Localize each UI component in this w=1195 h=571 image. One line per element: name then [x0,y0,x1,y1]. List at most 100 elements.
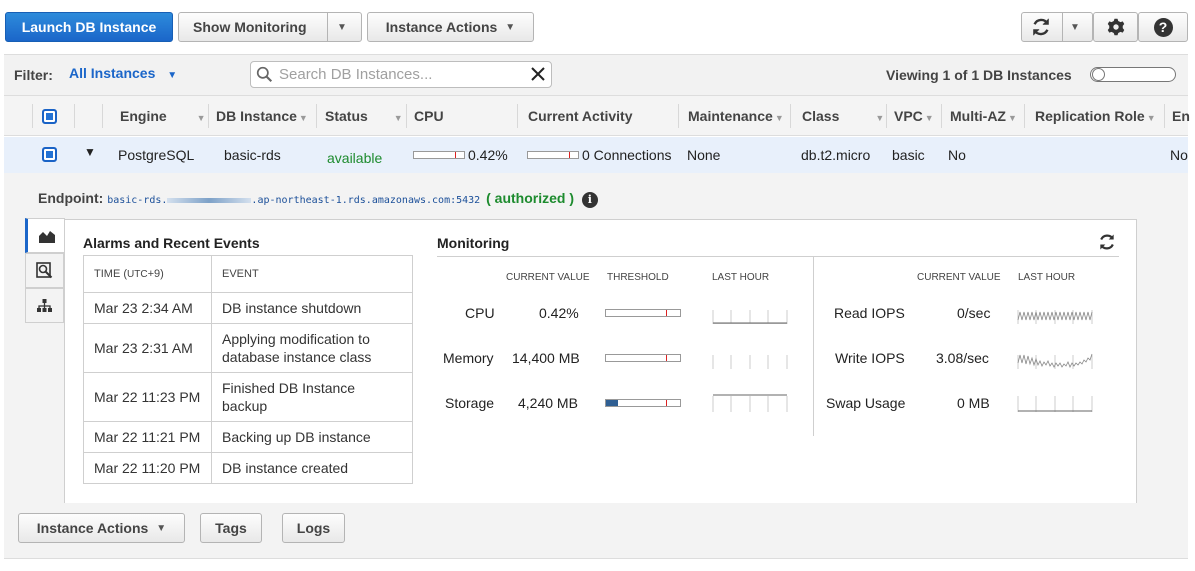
list-item: Mar 23 2:31 AM Applying modification to d… [83,323,413,373]
storage-threshold-bar [605,399,681,407]
metric-swap-usage-label: Swap Usage [826,395,906,411]
instance-actions-button[interactable]: Instance Actions ▼ [367,12,534,42]
cpu-threshold-bar [605,309,681,317]
status-badge: available [327,150,383,166]
list-item: Mar 23 2:34 AM DB instance shutdown [83,292,413,324]
memory-sparkline [712,355,788,369]
gear-icon [1107,18,1124,36]
select-all-checkbox[interactable] [42,109,57,124]
view-toggle[interactable] [1090,67,1176,82]
time-column-header: TIME (UTC+9) [83,255,212,293]
last-hour-header: LAST HOUR [712,272,770,283]
endpoint-status: ( authorized ) [486,190,574,206]
tags-button[interactable]: Tags [200,513,262,543]
bottom-action-bar: Instance Actions ▼ Tags Logs [4,503,1188,559]
row-extra: No [1170,147,1188,163]
metric-read-iops-label: Read IOPS [834,305,905,321]
list-item: Mar 22 11:23 PM Finished DB Instance back… [83,372,413,422]
filter-dropdown[interactable]: All Instances ▼ [69,65,177,81]
instance-actions-button[interactable]: Instance Actions ▼ [18,513,185,543]
row-engine: PostgreSQL [118,147,195,163]
row-maintenance: None [687,147,721,163]
tags-label: Tags [215,520,247,536]
metric-cpu-value: 0.42% [539,305,579,321]
show-monitoring-label: Show Monitoring [193,19,307,35]
endpoint-label: Endpoint: [38,190,104,206]
row-vpc[interactable]: basic [892,147,925,163]
storage-sparkline [712,394,788,412]
column-header-class[interactable]: Class ▼ [802,108,884,124]
list-item: Mar 22 11:21 PM Backing up DB instance [83,421,413,453]
chevron-down-icon[interactable]: ▼ [1070,22,1080,33]
search-input[interactable] [277,64,527,85]
filter-label: Filter: [14,67,53,83]
alarms-title: Alarms and Recent Events [83,235,260,251]
launch-db-instance-button[interactable]: Launch DB Instance [5,12,173,42]
tab-logs[interactable] [25,253,64,288]
monitoring-panel: Alarms and Recent Events TIME (UTC+9) EV… [64,219,1137,503]
column-header-maintenance[interactable]: Maintenance ▼ [688,108,784,124]
row-db-instance[interactable]: basic-rds [224,147,281,163]
instance-detail-panel: Endpoint: basic-rds. .ap-northeast-1.rds.… [4,173,1188,503]
column-header-multi-az[interactable]: Multi-AZ ▼ [950,108,1017,124]
refresh-button[interactable]: ▼ [1021,12,1093,42]
column-header-replication-role[interactable]: Replication Role ▼ [1035,108,1156,124]
event-column-header: EVENT [211,255,413,293]
search-box [250,61,552,88]
column-header-cpu[interactable]: CPU [414,108,444,124]
write-iops-sparkline [1017,353,1093,369]
launch-db-instance-label: Launch DB Instance [21,19,157,35]
tab-monitoring[interactable] [25,218,65,253]
column-header-vpc[interactable]: VPC ▼ [894,108,934,124]
row-class: db.t2.micro [801,147,871,163]
show-monitoring-button[interactable]: Show Monitoring ▼ [178,12,362,42]
row-current-activity: 0 Connections [582,147,672,163]
metric-write-iops-label: Write IOPS [835,350,905,366]
viewing-count: Viewing 1 of 1 DB Instances [886,67,1072,83]
metric-storage-value: 4,240 MB [518,395,578,411]
refresh-icon[interactable] [1097,232,1117,252]
close-icon[interactable] [531,67,545,81]
chevron-down-icon[interactable]: ▼ [337,22,347,33]
last-hour-header: LAST HOUR [1018,272,1076,283]
monitoring-title: Monitoring [437,235,510,251]
chevron-down-icon: ▼ [156,522,167,534]
expand-row-icon[interactable]: ▼ [84,145,96,159]
tab-configuration[interactable] [25,288,64,323]
help-icon: ? [1153,17,1173,37]
swap-usage-sparkline [1017,396,1093,412]
chevron-down-icon: ▼ [167,70,178,81]
metric-cpu-label: CPU [465,305,495,321]
logs-label: Logs [296,520,331,536]
column-header-en[interactable]: En [1172,108,1190,124]
metric-storage-label: Storage [445,395,495,411]
threshold-header: THRESHOLD [607,272,669,283]
memory-threshold-bar [605,354,681,362]
endpoint-value[interactable]: basic-rds. .ap-northeast-1.rds.amazonaws.… [107,195,480,206]
search-icon [256,66,273,83]
column-header-current-activity[interactable]: Current Activity [528,108,633,124]
cpu-bar [413,151,465,159]
read-iops-sparkline [1017,310,1093,324]
endpoint-line: Endpoint: basic-rds. .ap-northeast-1.rds.… [38,190,598,208]
info-icon[interactable]: i [581,192,598,208]
help-button[interactable]: ? [1138,12,1188,42]
list-item: Mar 22 11:20 PM DB instance created [83,452,413,484]
instance-actions-label: Instance Actions [36,520,149,536]
metric-memory-label: Memory [443,350,494,366]
table-row[interactable]: ▼ PostgreSQL basic-rds available 0.42% 0… [4,137,1188,173]
row-checkbox[interactable] [42,147,57,162]
metric-write-iops-value: 3.08/sec [936,350,989,366]
column-header-engine[interactable]: Engine ▼ [120,108,206,124]
logs-button[interactable]: Logs [282,513,345,543]
chevron-down-icon: ▼ [505,21,516,33]
refresh-icon [1033,18,1049,36]
current-value-header: CURRENT VALUE [917,272,1001,283]
settings-button[interactable] [1093,12,1138,42]
hierarchy-icon [37,299,52,312]
activity-bar [527,151,579,159]
column-header-db-instance[interactable]: DB Instance ▼ [216,108,308,124]
column-header-status[interactable]: Status ▼ [325,108,403,124]
row-multi-az: No [948,147,966,163]
row-cpu: 0.42% [468,147,508,163]
